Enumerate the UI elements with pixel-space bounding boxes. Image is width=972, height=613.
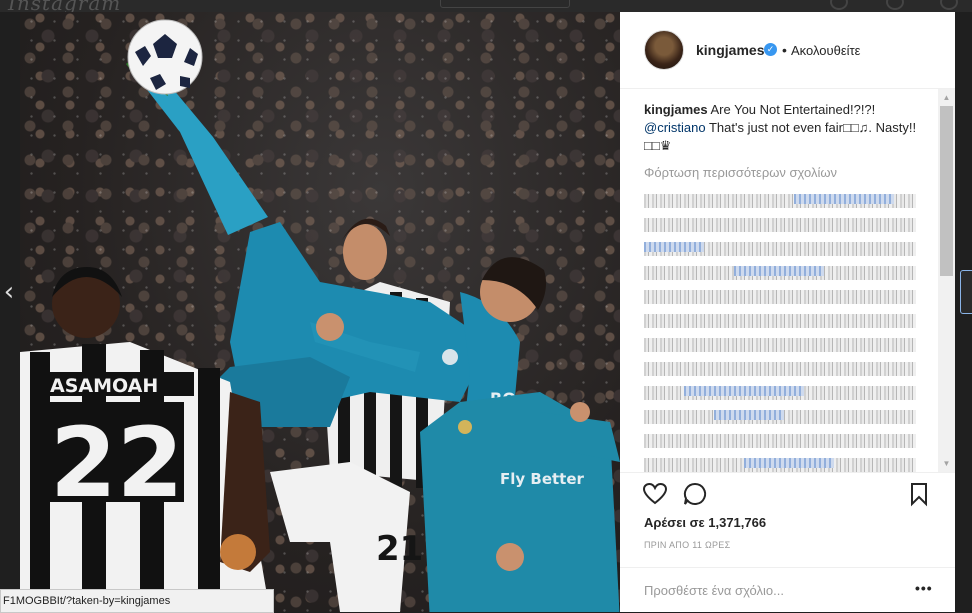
- username-link[interactable]: kingjames: [696, 42, 764, 58]
- obscured-mention: [684, 386, 804, 396]
- profile-icon: [940, 0, 958, 10]
- asamoah-shirt-name: ASAMOAH: [50, 375, 158, 397]
- next-post-edge[interactable]: [960, 270, 972, 314]
- comment-input[interactable]: [644, 580, 884, 600]
- obscured-comments: [644, 194, 916, 472]
- heart-icon: [886, 0, 904, 10]
- separator-dot: •: [782, 42, 787, 58]
- post-header: kingjames ✓ • Ακολουθείτε: [620, 12, 955, 89]
- comments-scrollbar[interactable]: ▲ ▼: [938, 89, 955, 472]
- asamoah-shirt-number: 22: [50, 407, 184, 519]
- obscured-mention: [734, 266, 824, 276]
- obscured-mention: [644, 242, 704, 252]
- instagram-logo: Instagram: [8, 0, 122, 12]
- post-timestamp[interactable]: ΠΡΙΝ ΑΠΟ 11 ΩΡΕΣ: [644, 540, 730, 550]
- explore-icon: [830, 0, 848, 10]
- caption-text-1: Are You Not Entertained!?!?!: [707, 102, 876, 117]
- bookmark-icon[interactable]: [906, 481, 932, 507]
- likes-count[interactable]: Αρέσει σε 1,371,766: [644, 515, 766, 530]
- post-side-panel: kingjames ✓ • Ακολουθείτε kingjames Are …: [620, 12, 955, 612]
- like-heart-icon[interactable]: [642, 481, 668, 507]
- caption-mention-link[interactable]: @cristiano: [644, 120, 706, 135]
- more-options-button[interactable]: •••: [915, 580, 933, 596]
- football-ball: [127, 19, 203, 95]
- verified-badge-icon: ✓: [764, 43, 777, 56]
- obscured-mention: [794, 194, 894, 204]
- scrollbar-thumb[interactable]: [940, 106, 953, 276]
- post-photo: 21 RO Fly Better: [20, 12, 620, 612]
- obscured-mention: [744, 458, 834, 468]
- caption-username[interactable]: kingjames: [644, 102, 708, 117]
- post-actions: Αρέσει σε 1,371,766 ΠΡΙΝ ΑΠΟ 11 ΩΡΕΣ •••: [620, 472, 955, 612]
- previous-post-arrow-icon[interactable]: ‹: [0, 276, 18, 308]
- asamoah-player: ASAMOAH 22: [20, 267, 270, 612]
- teammate-player: Fly Better: [420, 392, 620, 612]
- instagram-topbar: Instagram: [0, 0, 972, 12]
- post-caption: kingjames Are You Not Entertained!?!?! @…: [644, 101, 929, 155]
- status-bar-url: F1MOGBBIt/?taken-by=kingjames: [0, 589, 274, 613]
- search-box: [440, 0, 570, 8]
- load-more-comments-link[interactable]: Φόρτωση περισσότερων σχολίων: [644, 165, 837, 180]
- following-button[interactable]: Ακολουθείτε: [791, 43, 860, 58]
- comment-bubble-icon[interactable]: [682, 481, 708, 507]
- obscured-mention: [714, 410, 784, 420]
- scroll-down-icon[interactable]: ▼: [938, 455, 955, 472]
- avatar[interactable]: [644, 30, 684, 70]
- scroll-up-icon[interactable]: ▲: [938, 89, 955, 106]
- football-scene: 21 RO Fly Better: [20, 19, 620, 612]
- add-comment-row: •••: [620, 567, 955, 613]
- sponsor-text: Fly Better: [500, 470, 585, 488]
- comments-section: kingjames Are You Not Entertained!?!?! @…: [620, 89, 955, 472]
- defender-shorts-number: 21: [376, 529, 423, 569]
